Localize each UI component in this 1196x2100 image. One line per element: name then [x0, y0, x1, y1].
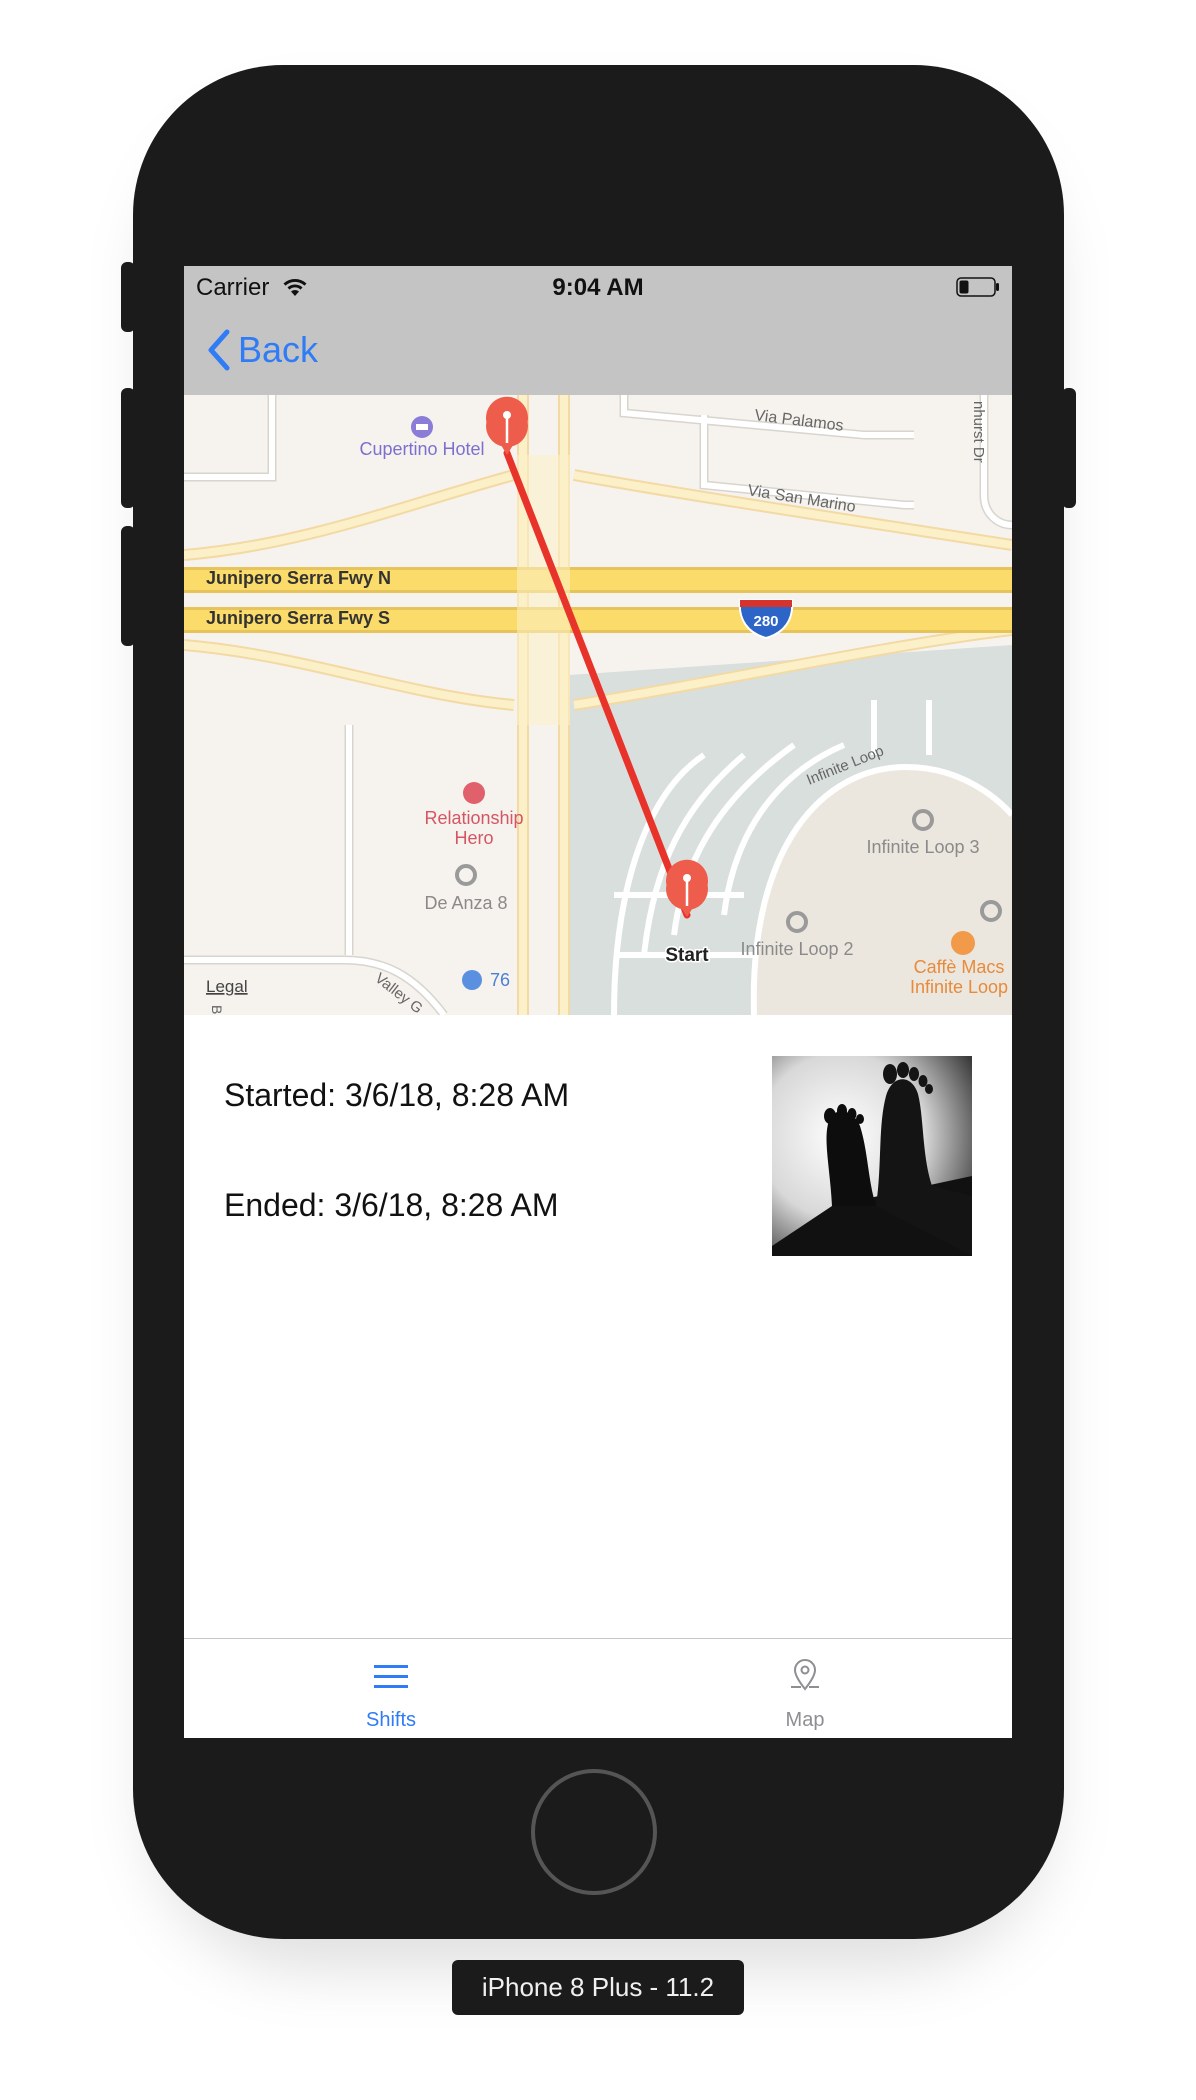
gas-76-label: 76 — [490, 970, 510, 990]
map-pin-icon — [791, 1659, 819, 1691]
relationship-hero-label-2: Hero — [454, 828, 493, 848]
home-button[interactable] — [531, 1769, 657, 1895]
de-anza-marker-icon — [455, 864, 477, 886]
tab-shifts[interactable]: Shifts — [184, 1639, 598, 1738]
status-time: 9:04 AM — [552, 274, 644, 301]
amhurst-label: nhurst Dr — [970, 401, 987, 463]
back-label: Back — [238, 329, 319, 370]
legal-link[interactable]: Legal — [206, 977, 248, 996]
start-label: Start — [665, 945, 709, 966]
started-time: Started: 3/6/18, 8:28 AM — [224, 1077, 570, 1113]
shift-photo[interactable] — [772, 1056, 972, 1256]
simulator-label: iPhone 8 Plus - 11.2 — [452, 1960, 744, 2015]
ended-time: Ended: 3/6/18, 8:28 AM — [224, 1187, 559, 1223]
tab-map[interactable]: Map — [598, 1639, 1012, 1738]
infinite-loop-3-label: Infinite Loop 3 — [866, 837, 979, 857]
route-map[interactable]: 280 Junipero Serra Fwy N Junipero Serra … — [184, 395, 1012, 1015]
power-button — [1062, 388, 1076, 508]
caffe-macs-label-2: Infinite Loop — [910, 977, 1008, 997]
freeway-north-label: Junipero Serra Fwy N — [206, 568, 391, 588]
infinite-loop-2-label: Infinite Loop 2 — [740, 939, 853, 959]
interstate-number: 280 — [753, 613, 778, 630]
back-button[interactable]: Back — [206, 326, 318, 374]
volume-up-button — [121, 388, 135, 508]
feet-photo-image — [772, 1056, 972, 1256]
caffe-macs-label-1: Caffè Macs — [914, 957, 1005, 977]
list-icon — [374, 1665, 408, 1688]
battery-icon — [956, 277, 999, 297]
map-canvas: 280 Junipero Serra Fwy N Junipero Serra … — [184, 395, 1012, 1015]
de-anza-8-label: De Anza 8 — [424, 893, 507, 913]
navigation-bar: Carrier 9:04 AM Back — [184, 266, 1012, 395]
tab-map-label: Map — [785, 1709, 825, 1731]
relationship-hero-label-1: Relationship — [424, 808, 523, 828]
cupertino-hotel-label: Cupertino Hotel — [359, 439, 484, 459]
tab-shifts-label: Shifts — [365, 1709, 417, 1731]
phone-screen: Carrier 9:04 AM Back 280 Junipero Serra … — [184, 266, 1012, 1738]
tab-bar: Shifts Map — [184, 1638, 1012, 1738]
freeway-south-label: Junipero Serra Fwy S — [206, 608, 390, 628]
gas-station-icon — [462, 970, 482, 990]
ba-label: Ba — [209, 1005, 225, 1015]
medical-icon — [463, 782, 485, 804]
restaurant-icon — [951, 931, 975, 955]
mute-switch — [121, 262, 135, 332]
chevron-left-icon — [208, 329, 230, 371]
volume-down-button — [121, 526, 135, 646]
